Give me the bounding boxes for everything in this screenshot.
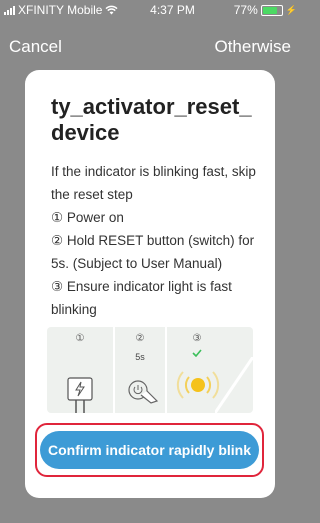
status-bar: XFINITY Mobile 4:37 PM 77% ⚡ — [0, 0, 301, 22]
battery-icon — [260, 4, 283, 16]
reset-illustration: ① ② 5s ③ — [47, 327, 253, 413]
diagonal-decoration — [215, 357, 253, 413]
plug-icon — [67, 377, 93, 413]
illustration-step-1: ① — [47, 327, 113, 413]
instruction-line: If the indicator is blinking fast, skip … — [51, 164, 256, 202]
charging-icon: ⚡ — [285, 4, 297, 15]
hold-duration: 5s — [135, 352, 145, 362]
confirm-highlight-outline: Confirm indicator rapidly blink — [35, 423, 264, 477]
status-left: XFINITY Mobile — [4, 3, 118, 17]
nav-bar: Cancel Otherwise — [0, 34, 301, 60]
status-right: 77% ⚡ — [234, 3, 297, 17]
confirm-blink-button[interactable]: Confirm indicator rapidly blink — [40, 431, 259, 469]
press-button-icon — [128, 380, 159, 404]
carrier-label: XFINITY Mobile — [18, 3, 103, 17]
illustration-step-2: ② 5s — [115, 327, 165, 413]
step-number: ① — [75, 333, 85, 344]
wifi-icon — [105, 5, 118, 15]
instruction-line: ① Power on — [51, 210, 124, 225]
battery-percent: 77% — [233, 3, 258, 17]
step-number: ③ — [192, 333, 202, 344]
step-number: ② — [135, 333, 145, 344]
check-icon — [192, 349, 202, 357]
illustration-step-3: ③ — [167, 327, 253, 413]
cancel-button[interactable]: Cancel — [9, 37, 62, 57]
reset-instructions-card: ty_activator_reset_device If the indicat… — [25, 70, 275, 498]
instruction-line: ③ Ensure indicator light is fast blinkin… — [51, 279, 232, 317]
signal-icon — [4, 5, 15, 15]
instruction-text: If the indicator is blinking fast, skip … — [51, 160, 267, 321]
instruction-line: ② Hold RESET button (switch) for 5s. (Su… — [51, 233, 255, 271]
page-title: ty_activator_reset_device — [51, 94, 252, 145]
otherwise-button[interactable]: Otherwise — [214, 37, 291, 57]
